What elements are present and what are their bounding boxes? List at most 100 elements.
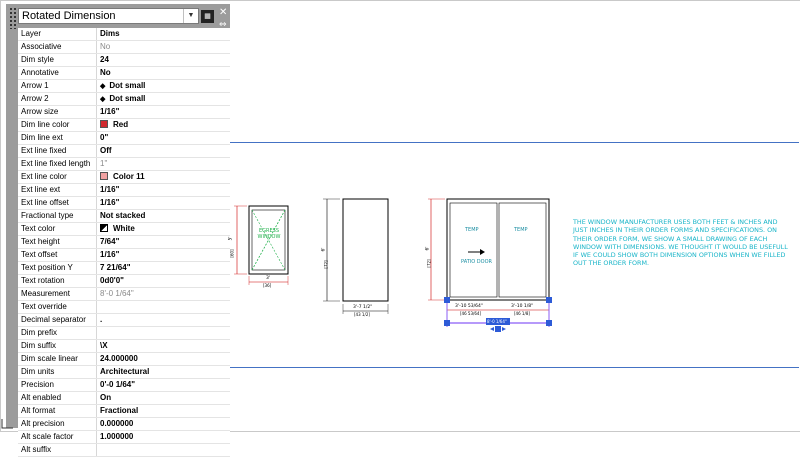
property-row[interactable]: Decimal separator.: [18, 314, 230, 327]
property-value[interactable]: [97, 301, 230, 313]
property-label: Associative: [18, 41, 97, 53]
property-row[interactable]: Ext line ext 1/16": [18, 184, 230, 197]
property-row[interactable]: Text override: [18, 301, 230, 314]
property-value[interactable]: ◆ Dot small: [97, 80, 230, 92]
property-row[interactable]: Arrow size 1/16": [18, 106, 230, 119]
property-row[interactable]: Ext line fixed length 1": [18, 158, 230, 171]
property-value[interactable]: 24.000000: [97, 353, 230, 365]
cad-model-space[interactable]: [230, 0, 799, 431]
object-type-dropdown[interactable]: Rotated Dimension ▼: [18, 8, 199, 24]
property-label: Dim line ext: [18, 132, 97, 144]
property-row[interactable]: Alt format Fractional: [18, 405, 230, 418]
property-label: Ext line color: [18, 171, 97, 183]
door-left-width-alt: [46 53/64]: [460, 311, 482, 316]
property-value[interactable]: 7/64": [97, 236, 230, 248]
property-value[interactable]: Architectural: [97, 366, 230, 378]
color-swatch: [100, 120, 108, 128]
property-value-text: 1": [100, 159, 108, 168]
property-row[interactable]: Dim style 24: [18, 54, 230, 67]
property-label: Decimal separator: [18, 314, 97, 326]
property-value[interactable]: 24: [97, 54, 230, 66]
property-value[interactable]: 1/16": [97, 249, 230, 261]
property-value[interactable]: Color 11: [97, 171, 230, 183]
property-value[interactable]: No: [97, 67, 230, 79]
property-label: Arrow size: [18, 106, 97, 118]
property-value[interactable]: .: [97, 314, 230, 326]
property-row[interactable]: Dim scale linear 24.000000: [18, 353, 230, 366]
property-row[interactable]: Layer Dims: [18, 28, 230, 41]
chevron-down-icon[interactable]: ▼: [183, 9, 198, 23]
property-row[interactable]: Text position Y7 21/64": [18, 262, 230, 275]
patio-door-label: PATIO DOOR: [461, 259, 492, 265]
property-row[interactable]: Ext line fixed Off: [18, 145, 230, 158]
grip-3: [444, 320, 450, 326]
property-value[interactable]: 7 21/64": [97, 262, 230, 274]
property-value[interactable]: Not stacked: [97, 210, 230, 222]
color-swatch: [100, 224, 108, 232]
property-row[interactable]: Fractional type Not stacked: [18, 210, 230, 223]
property-row[interactable]: Text height 7/64": [18, 236, 230, 249]
property-value[interactable]: \X: [97, 340, 230, 352]
property-value[interactable]: Dims: [97, 28, 230, 40]
property-value[interactable]: Red: [97, 119, 230, 131]
close-icon[interactable]: ✕: [219, 7, 227, 18]
property-value[interactable]: On: [97, 392, 230, 404]
property-value[interactable]: 1/16": [97, 197, 230, 209]
property-row[interactable]: Arrow 2 ◆ Dot small: [18, 93, 230, 106]
property-value[interactable]: Fractional: [97, 405, 230, 417]
property-value: No: [97, 41, 230, 53]
property-value[interactable]: 1/16": [97, 184, 230, 196]
property-row[interactable]: Dim units Architectural: [18, 366, 230, 379]
property-value-text: 7 21/64": [100, 263, 131, 272]
property-value-text: Dims: [100, 29, 120, 38]
property-value[interactable]: 0.000000: [97, 418, 230, 430]
property-value[interactable]: [97, 327, 230, 339]
properties-palette[interactable]: Rotated Dimension ▼ ▦ ✕ ⇔ Layer Dims Assoc…: [6, 4, 230, 457]
property-row[interactable]: Alt suffix: [18, 444, 230, 457]
property-row[interactable]: Precision 0'-0 1/64": [18, 379, 230, 392]
grip-5: [495, 326, 501, 332]
property-value[interactable]: 0": [97, 132, 230, 144]
property-row[interactable]: Ext line offset 1/16": [18, 197, 230, 210]
property-value[interactable]: 0'-0 1/64": [97, 379, 230, 391]
property-row[interactable]: Dim line color Red: [18, 119, 230, 132]
property-value-text: 0.000000: [100, 419, 134, 428]
property-label: Dim line color: [18, 119, 97, 131]
property-row[interactable]: Text offset 1/16": [18, 249, 230, 262]
window2-width-dim: 3'-7 1/2": [353, 305, 373, 310]
overall-width-dim[interactable]: 8'-0 1/64": [487, 319, 507, 324]
property-row[interactable]: Annotative No: [18, 67, 230, 80]
property-value-text: 24.000000: [100, 354, 138, 363]
property-row[interactable]: Dim line ext 0": [18, 132, 230, 145]
property-row[interactable]: Alt precision 0.000000: [18, 418, 230, 431]
property-value-text: Dot small: [109, 94, 146, 103]
property-row[interactable]: Dim prefix: [18, 327, 230, 340]
property-value[interactable]: 1/16": [97, 106, 230, 118]
property-value-text: Off: [100, 146, 112, 155]
property-row[interactable]: Associative No: [18, 41, 230, 54]
property-value[interactable]: Off: [97, 145, 230, 157]
property-label: Text color: [18, 223, 97, 235]
property-row[interactable]: Ext line color Color 11: [18, 171, 230, 184]
quick-select-icon[interactable]: ▦: [201, 10, 214, 23]
window1-width-alt: [36]: [263, 283, 272, 288]
palette-grip-handle[interactable]: [9, 7, 17, 29]
property-row[interactable]: Arrow 1 ◆ Dot small: [18, 80, 230, 93]
property-row[interactable]: Text color White: [18, 223, 230, 236]
property-value[interactable]: [97, 444, 230, 456]
property-label: Dim style: [18, 54, 97, 66]
property-value[interactable]: 0d0'0": [97, 275, 230, 287]
property-row[interactable]: Dim suffix \X: [18, 340, 230, 353]
property-row[interactable]: Measurement 8'-0 1/64": [18, 288, 230, 301]
property-value[interactable]: 1.000000: [97, 431, 230, 443]
property-row[interactable]: Text rotation 0d0'0": [18, 275, 230, 288]
egress-window-sash: [251, 209, 286, 271]
property-value[interactable]: ◆ Dot small: [97, 93, 230, 105]
property-value-text: Color 11: [113, 172, 145, 181]
property-row[interactable]: Alt scale factor 1.000000: [18, 431, 230, 444]
property-value[interactable]: White: [97, 223, 230, 235]
property-value-text: No: [100, 68, 111, 77]
patio-door-frame: [446, 198, 550, 301]
property-value-text: White: [113, 224, 135, 233]
property-row[interactable]: Alt enabled On: [18, 392, 230, 405]
